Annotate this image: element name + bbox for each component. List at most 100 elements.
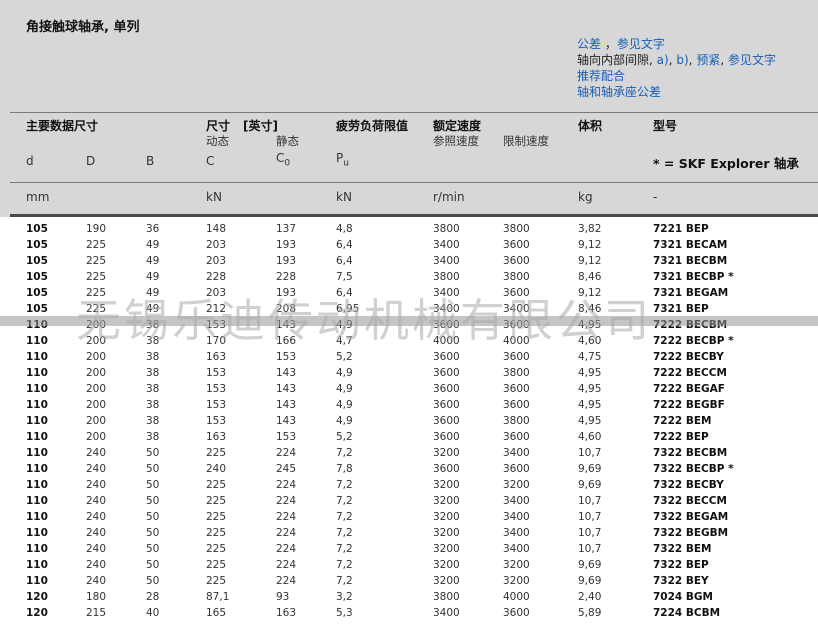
info-links: 公差 ，参见文字 轴向内部间隙, a), b), 预紧, 参见文字 推荐配合 轴… (577, 36, 776, 100)
cell-B: 38 (146, 399, 160, 411)
cell-C0: 166 (276, 335, 297, 347)
cell-mass: 3,82 (578, 223, 602, 235)
cell-limit-speed: 3600 (503, 383, 530, 395)
cell-mass: 9,69 (578, 559, 602, 571)
cell-C: 225 (206, 543, 227, 555)
cell-ref-speed: 3200 (433, 479, 460, 491)
preload-link[interactable]: 预紧 (696, 53, 720, 67)
cell-mass: 4,95 (578, 415, 602, 427)
cell-d: 110 (26, 447, 48, 459)
cell-B: 40 (146, 607, 160, 619)
cell-ref-speed: 3200 (433, 495, 460, 507)
table-row: 110 240 50 225 224 7,2 3200 3400 10,7 7322 BEGBM (0, 525, 818, 541)
cell-B: 38 (146, 383, 160, 395)
cell-C0: 228 (276, 271, 297, 283)
cell-C0: 224 (276, 527, 297, 539)
cell-designation: 7322 BECBY (653, 479, 724, 491)
cell-d: 110 (26, 479, 48, 491)
cell-C0: 193 (276, 255, 297, 267)
cell-mass: 10,7 (578, 447, 602, 459)
cell-d: 105 (26, 287, 48, 299)
cell-limit-speed: 3600 (503, 431, 530, 443)
cell-mass: 4,95 (578, 399, 602, 411)
cell-mass: 4,75 (578, 351, 602, 363)
cell-designation: 7222 BEGBF (653, 399, 725, 411)
cell-designation: 7222 BECBM (653, 319, 728, 331)
recommended-fits-link[interactable]: 推荐配合 (577, 69, 625, 83)
cell-mass: 10,7 (578, 543, 602, 555)
cell-C0: 153 (276, 351, 297, 363)
cell-B: 50 (146, 527, 160, 539)
cell-Pu: 7,8 (336, 463, 353, 475)
cell-d: 110 (26, 575, 48, 587)
see-text-link-1[interactable]: 参见文字 (617, 37, 665, 51)
header-main-dims: 主要数据尺寸 (26, 119, 99, 133)
cell-C: 153 (206, 399, 227, 411)
cell-D: 200 (86, 415, 107, 427)
cell-mass: 2,40 (578, 591, 602, 603)
cell-C0: 224 (276, 479, 297, 491)
cell-limit-speed: 4000 (503, 335, 530, 347)
cell-Pu: 6,95 (336, 303, 360, 315)
sym-Pu: Pu (336, 151, 349, 169)
table-body: 105 190 36 148 137 4,8 3800 3800 3,82 7221 BEP 105… (0, 217, 818, 624)
cell-designation: 7322 BECBP * (653, 463, 734, 475)
cell-limit-speed: 3200 (503, 575, 530, 587)
cell-d: 110 (26, 511, 48, 523)
cell-mass: 8,46 (578, 271, 602, 283)
cell-d: 105 (26, 303, 48, 315)
cell-limit-speed: 3600 (503, 351, 530, 363)
cell-designation: 7222 BECBP * (653, 335, 734, 347)
cell-B: 38 (146, 431, 160, 443)
cell-d: 105 (26, 271, 48, 283)
cell-Pu: 4,7 (336, 335, 353, 347)
table-row: 110 240 50 225 224 7,2 3200 3400 10,7 7322 BEM (0, 541, 818, 557)
cell-ref-speed: 3600 (433, 367, 460, 379)
cell-designation: 7322 BEY (653, 575, 709, 587)
cell-C: 153 (206, 367, 227, 379)
cell-mass: 9,12 (578, 287, 602, 299)
cell-D: 240 (86, 479, 107, 491)
see-text-link-2[interactable]: 参见文字 (728, 53, 776, 67)
header-size-bracket: [英寸] (243, 119, 278, 133)
cell-Pu: 5,3 (336, 607, 353, 619)
table-row: 110 200 38 153 143 4,9 3600 3600 4,95 7222 BEGAF (0, 381, 818, 397)
table-row: 110 240 50 225 224 7,2 3200 3400 10,7 7322 BECCM (0, 493, 818, 509)
sym-C: C (206, 154, 215, 168)
table-row: 105 225 49 203 193 6,4 3400 3600 9,12 7321 BECBM (0, 253, 818, 269)
a-link[interactable]: a) (657, 53, 669, 67)
cell-designation: 7024 BGM (653, 591, 713, 603)
cell-d: 110 (26, 383, 48, 395)
cell-C: 240 (206, 463, 227, 475)
cell-Pu: 4,8 (336, 223, 353, 235)
table-row: 105 225 49 212 208 6,95 3400 3400 8,46 7321 BEP (0, 301, 818, 317)
cell-designation: 7322 BEM (653, 543, 712, 555)
cell-B: 49 (146, 287, 160, 299)
b-link[interactable]: b) (676, 53, 688, 67)
tolerance-link[interactable]: 公差 (577, 37, 601, 51)
unit-dash: - (653, 190, 658, 204)
cell-B: 50 (146, 447, 160, 459)
cell-mass: 9,12 (578, 255, 602, 267)
cell-d: 110 (26, 335, 48, 347)
cell-designation: 7224 BCBM (653, 607, 721, 619)
cell-B: 38 (146, 415, 160, 427)
cell-designation: 7321 BEP (653, 303, 709, 315)
cell-C0: 153 (276, 431, 297, 443)
cell-D: 240 (86, 527, 107, 539)
cell-mass: 8,46 (578, 303, 602, 315)
cell-d: 120 (26, 591, 48, 603)
cell-Pu: 3,2 (336, 591, 353, 603)
cell-limit-speed: 3800 (503, 415, 530, 427)
cell-ref-speed: 3600 (433, 383, 460, 395)
cell-limit-speed: 3800 (503, 271, 530, 283)
table-row: 120 215 40 165 163 5,3 3400 3600 5,89 7224 BCBM (0, 605, 818, 621)
cell-limit-speed: 3800 (503, 367, 530, 379)
cell-C: 225 (206, 559, 227, 571)
cell-ref-speed: 3400 (433, 303, 460, 315)
cell-ref-speed: 3200 (433, 559, 460, 571)
shaft-housing-tolerance-link[interactable]: 轴和轴承座公差 (577, 85, 661, 99)
cell-limit-speed: 3600 (503, 463, 530, 475)
cell-D: 215 (86, 607, 107, 619)
cell-designation: 7222 BECBY (653, 351, 724, 363)
